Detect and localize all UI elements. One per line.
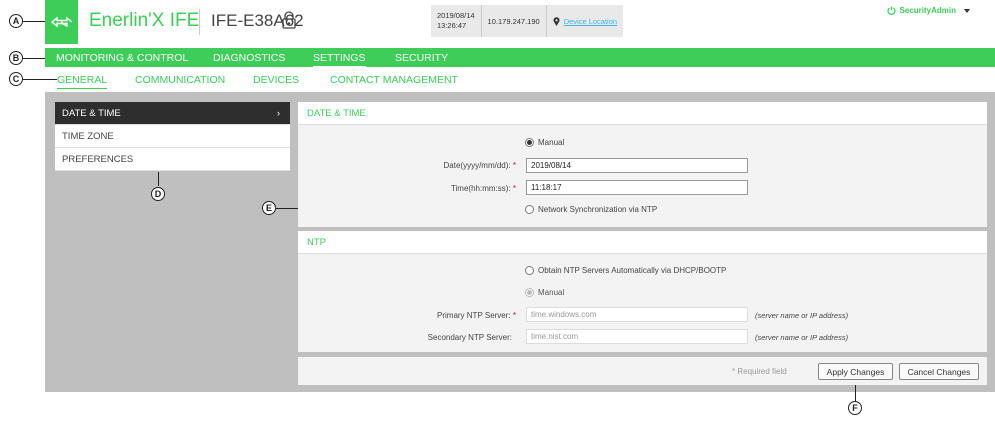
cancel-changes-button[interactable]: Cancel Changes (899, 363, 979, 380)
sidebar-item-label: DATE & TIME (62, 107, 121, 119)
callout-d: D (151, 187, 165, 201)
datetime-readout: 2019/08/14 13:26:47 (431, 5, 482, 37)
logo (45, 0, 78, 44)
apply-changes-button[interactable]: Apply Changes (818, 363, 893, 380)
panel-title: NTP (298, 231, 987, 254)
date-label: Date(yyyy/mm/dd): * (443, 161, 516, 170)
user-name[interactable]: SecurityAdmin (900, 6, 956, 15)
header-divider (199, 9, 200, 35)
main-nav: MONITORING & CONTROL DIAGNOSTICS SETTING… (45, 48, 995, 67)
primary-ntp-label: Primary NTP Server: * (437, 311, 516, 320)
sidebar-item-preferences[interactable]: PREFERENCES (55, 148, 290, 171)
time-field[interactable]: 11:18:17 (526, 180, 748, 195)
ntp-auto-label: Obtain NTP Servers Automatically via DHC… (538, 266, 727, 275)
callout-f: F (848, 401, 862, 415)
callout-b: B (9, 51, 23, 65)
secondary-ntp-label: Secondary NTP Server: (427, 333, 512, 342)
ntp-auto-radio[interactable] (525, 266, 534, 275)
sidebar-item-time-zone[interactable]: TIME ZONE (55, 125, 290, 148)
secondary-ntp-hint: (server name or IP address) (755, 333, 849, 342)
callout-a: A (9, 14, 23, 28)
current-time: 13:26:47 (437, 21, 467, 30)
device-location-link[interactable]: Device Location (564, 17, 617, 26)
tab-devices[interactable]: DEVICES (253, 74, 299, 86)
tab-contact-management[interactable]: CONTACT MANAGEMENT (330, 74, 458, 86)
ntp-manual-label: Manual (538, 288, 565, 297)
ip-address: 10.179.247.190 (482, 5, 547, 37)
callout-d-line (158, 172, 159, 186)
ntp-sync-label: Network Synchronization via NTP (538, 205, 658, 214)
exchange-arrows-icon (50, 16, 72, 28)
callout-c: C (9, 72, 23, 86)
date-field[interactable]: 2019/08/14 (526, 158, 748, 173)
ntp-manual-radio-row[interactable]: Manual (525, 288, 564, 297)
chevron-down-icon[interactable] (964, 8, 970, 13)
settings-sidebar: DATE & TIME › TIME ZONE PREFERENCES (55, 102, 290, 171)
tab-communication[interactable]: COMMUNICATION (135, 74, 225, 86)
callout-a-line (23, 21, 45, 22)
ntp-auto-radio-row[interactable]: Obtain NTP Servers Automatically via DHC… (525, 266, 726, 275)
nav-diagnostics[interactable]: DIAGNOSTICS (213, 52, 285, 64)
app-title: Enerlin'X IFE (89, 10, 200, 31)
tab-general[interactable]: GENERAL (57, 74, 108, 89)
form-footer: * Required field Apply Changes Cancel Ch… (298, 357, 987, 385)
ntp-manual-radio[interactable] (525, 288, 534, 297)
panel-title: DATE & TIME (298, 102, 987, 125)
logout-icon (886, 6, 896, 15)
manual-label: Manual (538, 138, 565, 147)
lock-icon (282, 11, 296, 29)
nav-settings[interactable]: SETTINGS (313, 52, 366, 67)
callout-c-line (23, 79, 57, 80)
location-pin-icon (553, 16, 560, 26)
primary-ntp-hint: (server name or IP address) (755, 311, 849, 320)
ntp-sync-radio[interactable] (525, 205, 534, 214)
required-note: * Required field (732, 367, 787, 376)
ntp-sync-radio-row[interactable]: Network Synchronization via NTP (525, 205, 657, 214)
callout-e: E (262, 201, 276, 215)
callout-b-line (23, 58, 45, 59)
manual-radio-row[interactable]: Manual (525, 138, 564, 147)
device-location[interactable]: Device Location (547, 5, 623, 37)
secondary-ntp-field[interactable]: time.nist.com (526, 329, 748, 344)
time-label: Time(hh:mm:ss): * (450, 184, 516, 193)
callout-f-line (855, 385, 856, 401)
primary-ntp-field[interactable]: time.windows.com (526, 307, 748, 322)
manual-radio[interactable] (525, 138, 534, 147)
nav-monitoring-control[interactable]: MONITORING & CONTROL (56, 52, 188, 64)
nav-security[interactable]: SECURITY (395, 52, 448, 64)
chevron-right-icon: › (276, 107, 280, 119)
current-date: 2019/08/14 (437, 11, 475, 20)
sidebar-item-date-time[interactable]: DATE & TIME › (55, 102, 290, 125)
user-menu[interactable]: SecurityAdmin (886, 6, 970, 15)
callout-e-line (276, 208, 298, 209)
device-info-box: 2019/08/14 13:26:47 10.179.247.190 Devic… (431, 5, 624, 37)
